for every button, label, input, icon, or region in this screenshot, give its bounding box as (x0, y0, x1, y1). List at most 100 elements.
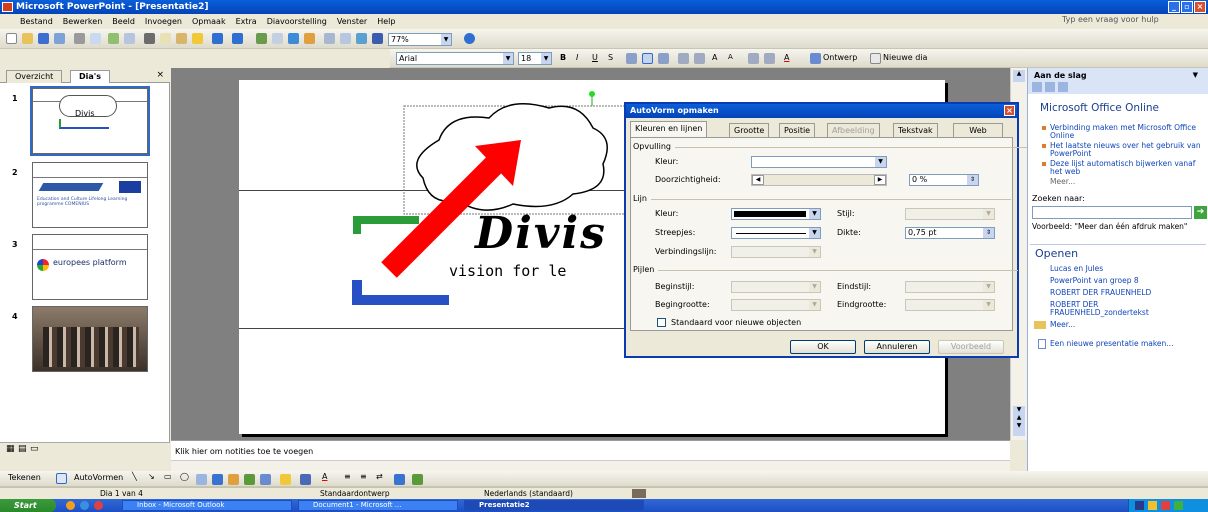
line-style-icon[interactable]: ≡ (344, 472, 351, 481)
tab-position[interactable]: Positie (779, 123, 816, 137)
decrease-font-button[interactable]: A (728, 53, 733, 61)
spelling-icon[interactable] (108, 33, 119, 44)
chevron-down-icon[interactable]: ▼ (983, 282, 994, 292)
horizontal-scrollbar[interactable] (171, 460, 1010, 471)
chevron-down-icon[interactable]: ▼ (1193, 71, 1198, 79)
tab-slides[interactable]: Dia's (70, 70, 110, 83)
close-icon[interactable]: × (156, 70, 164, 80)
align-left-icon[interactable] (626, 53, 637, 64)
dialog-close-icon[interactable]: × (1004, 105, 1015, 116)
menu-help[interactable]: Help (377, 17, 395, 26)
end-size-select[interactable]: ▼ (905, 299, 995, 311)
print-preview-icon[interactable] (90, 33, 101, 44)
fill-color-icon[interactable] (280, 474, 291, 485)
save-icon[interactable] (38, 33, 49, 44)
style-select[interactable]: ▼ (905, 208, 995, 220)
color-grayscale-icon[interactable] (372, 33, 383, 44)
bullets-icon[interactable] (694, 53, 705, 64)
tab-textbox[interactable]: Tekstvak (893, 123, 938, 137)
slide-thumbnail-4[interactable] (32, 306, 148, 372)
link-latest-news[interactable]: Het laatste nieuws over het gebruik van … (1050, 142, 1202, 158)
end-style-select[interactable]: ▼ (905, 281, 995, 293)
bold-button[interactable]: B (560, 53, 566, 62)
slide-thumbnail-1[interactable]: Divis (30, 86, 150, 156)
picture-icon[interactable] (260, 474, 271, 485)
quicklaunch-icon[interactable] (94, 501, 103, 510)
draw-menu[interactable]: Tekenen (8, 473, 41, 482)
design-button[interactable]: Ontwerp (823, 53, 857, 62)
search-input[interactable] (1032, 206, 1192, 219)
chevron-down-icon[interactable]: ▼ (809, 209, 820, 219)
line-icon[interactable]: ╲ (132, 472, 137, 481)
menu-venster[interactable]: Venster (337, 17, 367, 26)
home-icon[interactable] (1058, 82, 1068, 92)
start-button[interactable]: Start (0, 499, 56, 512)
menu-opmaak[interactable]: Opmaak (192, 17, 226, 26)
slider-left-icon[interactable]: ◀ (752, 175, 764, 185)
dashed-select[interactable]: ▼ (731, 227, 821, 239)
oval-icon[interactable]: ◯ (180, 472, 189, 481)
task-pane-title[interactable]: Aan de slag (1034, 71, 1087, 80)
line-color-icon[interactable] (300, 474, 311, 485)
quicklaunch-icon[interactable] (80, 501, 89, 510)
spinner-icon[interactable]: ⇕ (967, 175, 978, 185)
research-icon[interactable] (124, 33, 135, 44)
menu-bestand[interactable]: Bestand (20, 17, 53, 26)
tab-picture[interactable]: Afbeelding (827, 123, 880, 137)
autoshapes-menu[interactable]: AutoVormen (74, 473, 123, 482)
taskbar-item-powerpoint[interactable]: Presentatie2 (464, 500, 644, 511)
chevron-down-icon[interactable]: ▼ (809, 247, 820, 257)
arrow-icon[interactable]: ↘ (148, 472, 155, 481)
numbering-icon[interactable] (678, 53, 689, 64)
underline-button[interactable]: U (592, 53, 598, 62)
preview-button[interactable]: Voorbeeld (938, 340, 1004, 354)
tab-colors-lines[interactable]: Kleuren en lijnen (630, 121, 708, 137)
align-center-icon[interactable] (642, 53, 653, 64)
fill-color-select[interactable]: ▼ (751, 156, 887, 168)
insert-table-icon[interactable] (272, 33, 283, 44)
scroll-up-icon[interactable]: ▲ (1013, 70, 1025, 82)
scroll-down-icon[interactable]: ▼ ▲ ▼ (1013, 406, 1025, 436)
minimize-button[interactable]: _ (1168, 1, 1180, 13)
font-combo[interactable]: Arial ▼ (396, 52, 514, 65)
open-more-link[interactable]: Meer... (1050, 321, 1075, 329)
link-auto-update[interactable]: Deze lijst automatisch bijwerken vanaf h… (1050, 160, 1202, 176)
decrease-indent-icon[interactable] (748, 53, 759, 64)
italic-button[interactable]: I (576, 53, 578, 62)
tray-icon[interactable] (1148, 501, 1157, 510)
clipart-icon[interactable] (244, 474, 255, 485)
weight-input[interactable]: 0,75 pt ⇕ (905, 227, 995, 239)
3d-style-icon[interactable] (412, 474, 423, 485)
chevron-down-icon[interactable]: ▼ (809, 282, 820, 292)
tray-icon[interactable] (1174, 501, 1183, 510)
font-color-icon[interactable]: A (322, 472, 327, 481)
chevron-down-icon[interactable]: ▼ (983, 209, 994, 219)
permission-icon[interactable] (54, 33, 65, 44)
new-slide-button[interactable]: Nieuwe dia (883, 53, 927, 62)
restore-button[interactable]: ▫ (1181, 1, 1193, 13)
hyperlink-icon[interactable] (304, 33, 315, 44)
recent-file[interactable]: Lucas en Jules (1050, 265, 1103, 273)
quicklaunch-icon[interactable] (66, 501, 75, 510)
close-button[interactable]: × (1194, 1, 1206, 13)
chevron-down-icon[interactable]: ▼ (541, 53, 551, 64)
tray-icon[interactable] (1135, 501, 1144, 510)
wordart-icon[interactable] (212, 474, 223, 485)
open-icon[interactable] (22, 33, 33, 44)
print-icon[interactable] (74, 33, 85, 44)
tab-size[interactable]: Grootte (729, 123, 770, 137)
menu-beeld[interactable]: Beeld (112, 17, 135, 26)
slideshow-icon[interactable]: ▭ (30, 444, 39, 454)
sorter-view-icon[interactable]: ▤ (18, 444, 27, 454)
normal-view-icon[interactable]: ▦ (6, 444, 15, 454)
recent-file[interactable]: ROBERT DER FRAUENHELD_zondertekst (1050, 301, 1170, 317)
chevron-down-icon[interactable]: ▼ (441, 34, 451, 45)
menu-invoegen[interactable]: Invoegen (145, 17, 182, 26)
shadow-style-icon[interactable] (394, 474, 405, 485)
increase-indent-icon[interactable] (764, 53, 775, 64)
paste-icon[interactable] (176, 33, 187, 44)
chevron-down-icon[interactable]: ▼ (875, 157, 886, 167)
shadow-button[interactable]: S (608, 53, 613, 62)
new-icon[interactable] (6, 33, 17, 44)
arrow-style-icon[interactable]: ⇄ (376, 472, 383, 481)
